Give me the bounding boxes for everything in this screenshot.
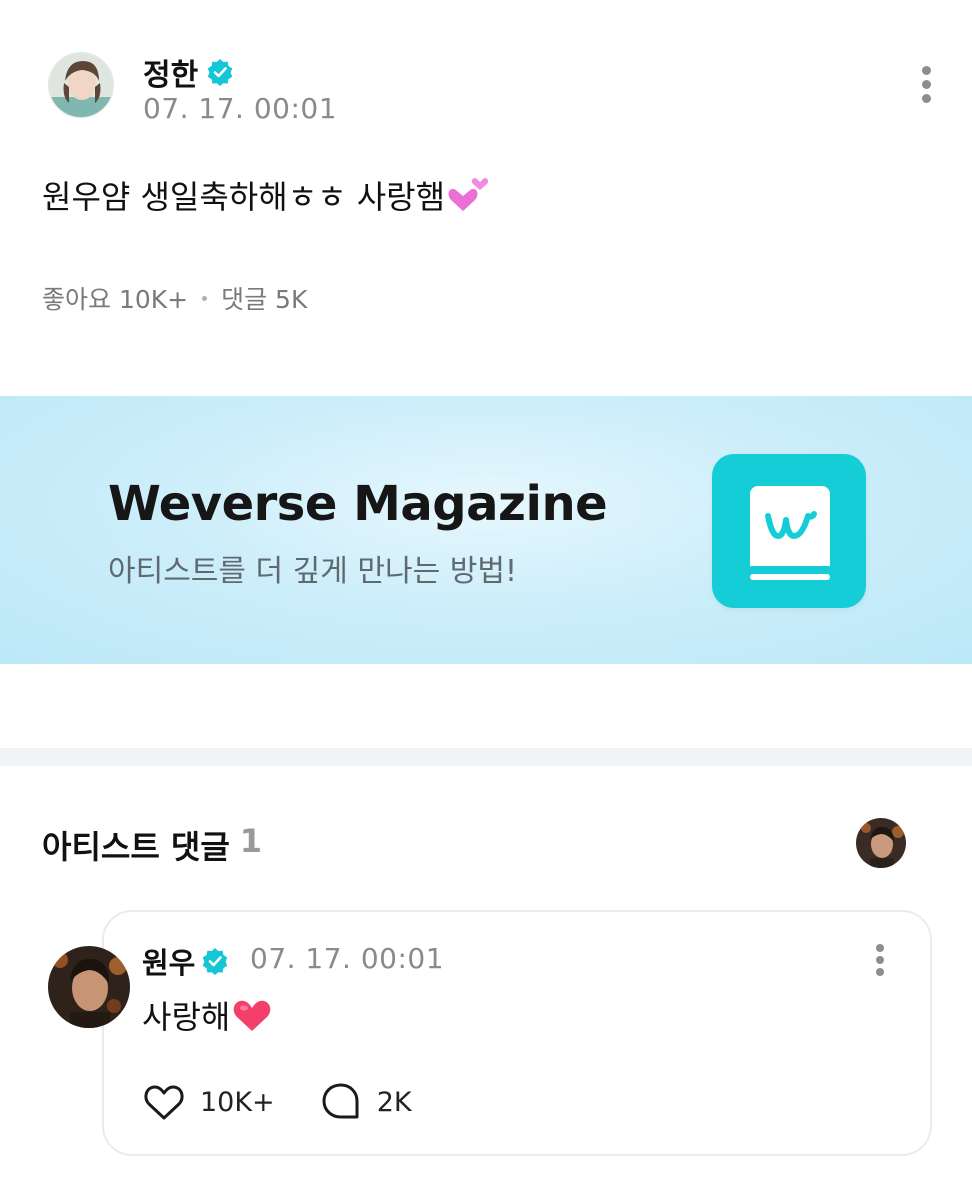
comments-count[interactable]: 댓글 5K xyxy=(221,280,307,316)
verified-badge-icon xyxy=(203,948,228,975)
author-name-text: 정한 xyxy=(143,58,199,93)
stats-separator-dot xyxy=(202,295,208,301)
like-count: 10K+ xyxy=(200,1086,275,1118)
comment-author-avatar[interactable] xyxy=(48,946,130,1028)
artist-comments-count: 1 xyxy=(239,822,263,860)
two-hearts-emoji-icon xyxy=(448,177,489,211)
banner-subtitle: 아티스트를 더 깊게 만나는 방법! xyxy=(108,554,517,589)
comment-author-name: 원우 xyxy=(142,946,196,980)
comment-timestamp: 07. 17. 00:01 xyxy=(250,942,445,975)
post-more-options-icon[interactable] xyxy=(920,66,932,106)
post-stats: 좋아요 10K+ 댓글 5K xyxy=(42,280,307,316)
post-body: 원우얌 생일축하해ㅎㅎ 사랑햄 xyxy=(42,172,493,218)
artist-comments-heading: 아티스트 댓글 1 xyxy=(42,822,262,868)
banner-title: Weverse Magazine xyxy=(108,476,608,532)
weverse-magazine-banner[interactable]: Weverse Magazine 아티스트를 더 깊게 만나는 방법! xyxy=(0,396,972,664)
verified-badge-icon xyxy=(208,59,233,86)
likes-count[interactable]: 좋아요 10K+ xyxy=(42,280,188,316)
comment-body-text: 사랑해 xyxy=(142,998,231,1036)
weverse-magazine-logo-icon xyxy=(712,454,866,608)
section-divider xyxy=(0,748,972,766)
reply-button[interactable]: 2K xyxy=(319,1080,412,1124)
artist-comments-title-text: 아티스트 댓글 xyxy=(42,828,230,866)
speech-bubble-icon xyxy=(322,1083,359,1119)
comment-actions: 10K+ 2K xyxy=(142,1080,412,1124)
reply-count: 2K xyxy=(376,1086,412,1118)
heart-outline-icon xyxy=(144,1085,184,1120)
post-header: 정한 07. 17. 00:01 xyxy=(48,50,938,125)
post-detail-screen: 정한 07. 17. 00:01 원우얌 생일축하해ㅎㅎ 사랑햄 좋아요 10K… xyxy=(0,0,972,1200)
artist-comments-avatar[interactable] xyxy=(856,818,906,868)
author-name[interactable]: 정한 xyxy=(143,50,234,94)
like-button[interactable]: 10K+ xyxy=(142,1080,275,1124)
comment-author[interactable]: 원우 xyxy=(142,940,229,982)
post-timestamp: 07. 17. 00:01 xyxy=(143,92,338,125)
comment-more-options-icon[interactable] xyxy=(874,944,886,980)
post-body-text: 원우얌 생일축하해ㅎㅎ 사랑햄 xyxy=(42,178,446,216)
red-heart-emoji-icon xyxy=(234,1000,271,1031)
author-avatar[interactable] xyxy=(48,52,114,118)
comment-body: 사랑해 xyxy=(142,992,272,1038)
